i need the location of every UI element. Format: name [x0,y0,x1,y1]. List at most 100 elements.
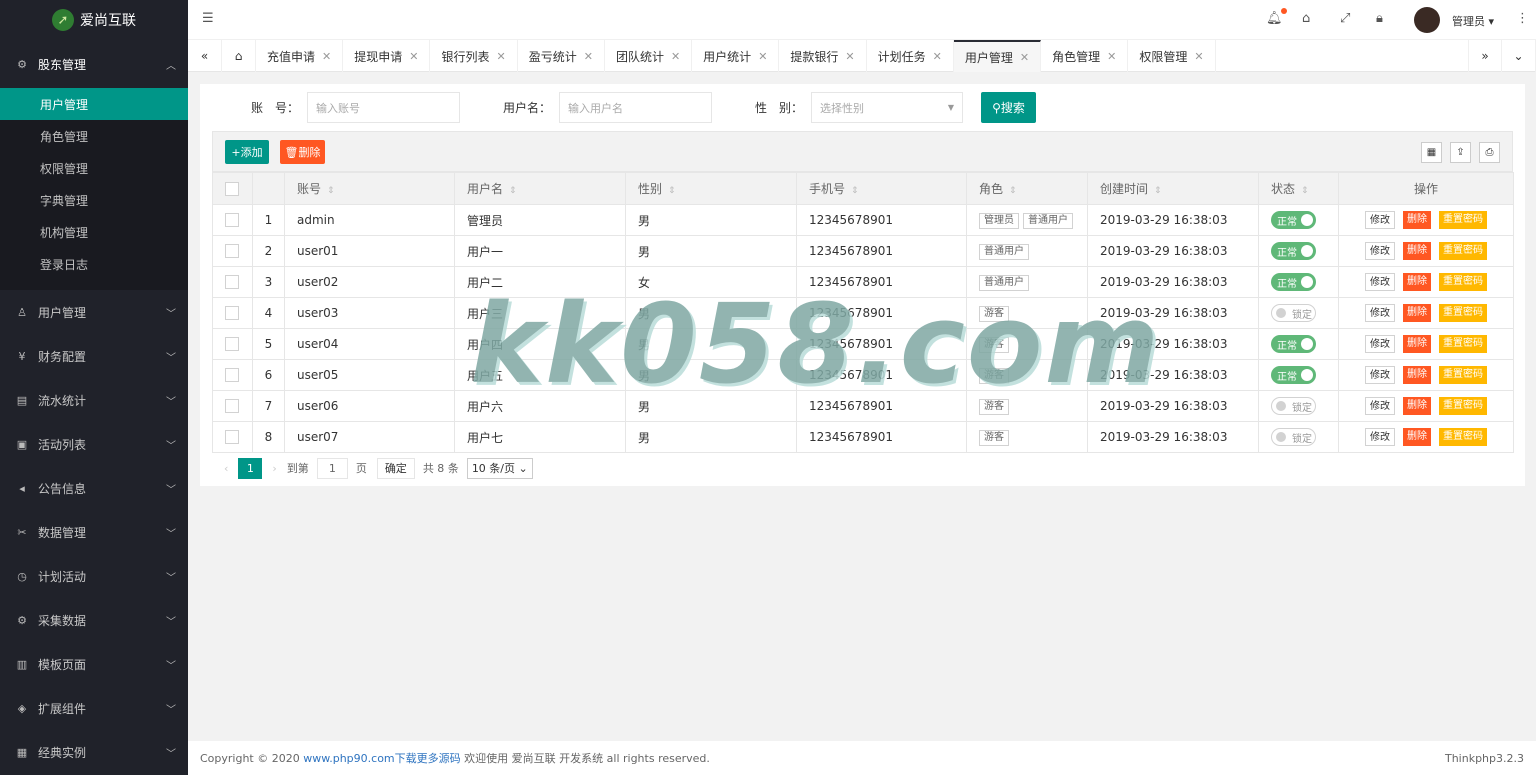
add-button[interactable]: + 添加 [225,140,269,164]
search-button[interactable]: ⚲ 搜索 [981,92,1036,123]
status-toggle[interactable]: 锁定 [1271,397,1316,415]
logo[interactable]: ➚ 爱尚互联 [0,0,188,40]
close-icon[interactable]: ✕ [496,50,505,63]
delete-button[interactable]: 删除 [1403,366,1431,384]
column-header[interactable]: 用户名 ⇕ [454,172,626,205]
row-checkbox[interactable] [212,328,253,360]
status-toggle[interactable]: 锁定 [1271,428,1316,446]
avatar[interactable] [1414,7,1440,33]
username-input[interactable]: 输入用户名 [559,92,713,123]
delete-button[interactable]: 删除 [1403,335,1431,353]
tab[interactable]: 用户管理 ✕ [953,40,1042,72]
tab[interactable]: 权限管理 ✕ [1128,40,1216,72]
sidebar-sub-item[interactable]: 字典管理 [0,184,188,216]
footer-link[interactable]: www.php90.com下载更多源码 [303,752,460,765]
status-toggle[interactable]: 正常 [1271,242,1316,260]
column-header[interactable]: 账号 ⇕ [284,172,455,205]
row-checkbox[interactable] [212,297,253,329]
select-all-checkbox[interactable] [212,172,253,205]
tab-menu-icon[interactable]: ⌄ [1502,40,1536,72]
nav-group[interactable]: ✂ 数据管理 ﹀ [0,510,188,554]
close-icon[interactable]: ✕ [845,50,854,63]
reset-password-button[interactable]: 重置密码 [1439,397,1487,415]
column-header[interactable]: 角色 ⇕ [966,172,1088,205]
lock-icon[interactable]: 🔒︎ [1376,11,1383,26]
edit-button[interactable]: 修改 [1365,366,1395,384]
reset-password-button[interactable]: 重置密码 [1439,242,1487,260]
export-icon[interactable]: ⇪ [1450,142,1471,163]
per-page-select[interactable]: 10 条/页 ⌄ [466,457,533,479]
prev-page-icon[interactable]: ‹ [224,462,228,475]
column-header[interactable]: 状态 ⇕ [1258,172,1339,205]
delete-button[interactable]: 删除 [1403,242,1431,260]
sort-icon[interactable]: ⇕ [1301,186,1309,196]
tab[interactable]: 用户统计 ✕ [692,40,780,72]
delete-button[interactable]: 删除 [1403,428,1431,446]
reset-password-button[interactable]: 重置密码 [1439,335,1487,353]
close-icon[interactable]: ✕ [758,50,767,63]
row-checkbox[interactable] [212,266,253,298]
page-current[interactable]: 1 [238,457,263,479]
sidebar-sub-item[interactable]: 权限管理 [0,152,188,184]
reset-password-button[interactable]: 重置密码 [1439,428,1487,446]
delete-button[interactable]: 删除 [1403,397,1431,415]
sort-icon[interactable]: ⇕ [1154,186,1162,196]
row-checkbox[interactable] [212,390,253,422]
close-icon[interactable]: ✕ [322,50,331,63]
nav-group[interactable]: ¥ 财务配置 ﹀ [0,334,188,378]
status-toggle[interactable]: 锁定 [1271,304,1316,322]
sort-icon[interactable]: ⇕ [668,186,676,196]
nav-group[interactable]: ◂ 公告信息 ﹀ [0,466,188,510]
status-toggle[interactable]: 正常 [1271,273,1316,291]
home-icon[interactable]: ⌂ [222,40,256,72]
nav-group[interactable]: ▣ 活动列表 ﹀ [0,422,188,466]
sort-icon[interactable]: ⇕ [851,186,859,196]
tab[interactable]: 充值申请 ✕ [256,40,344,72]
close-icon[interactable]: ✕ [584,50,593,63]
edit-button[interactable]: 修改 [1365,273,1395,291]
bell-icon[interactable]: 🔔︎ [1266,8,1287,26]
close-icon[interactable]: ✕ [933,50,942,63]
edit-button[interactable]: 修改 [1365,242,1395,260]
status-toggle[interactable]: 正常 [1271,335,1316,353]
menu-toggle-icon[interactable]: ☰ [202,11,214,26]
tab-scroll-right-icon[interactable]: » [1468,40,1502,72]
batch-delete-button[interactable]: 🗑︎ 删除 [280,140,325,164]
sort-icon[interactable]: ⇕ [509,186,517,196]
status-toggle[interactable]: 正常 [1271,366,1316,384]
user-menu[interactable]: 管理员 ▾ [1452,13,1494,29]
gender-select[interactable]: 选择性别 ▼ [811,92,964,123]
sort-icon[interactable]: ⇕ [1009,186,1017,196]
row-checkbox[interactable] [212,421,253,453]
reset-password-button[interactable]: 重置密码 [1439,304,1487,322]
close-icon[interactable]: ✕ [409,50,418,63]
close-icon[interactable]: ✕ [671,50,680,63]
edit-button[interactable]: 修改 [1365,397,1395,415]
close-icon[interactable]: ✕ [1107,50,1116,63]
nav-group[interactable]: ◷ 计划活动 ﹀ [0,554,188,598]
tab[interactable]: 盈亏统计 ✕ [518,40,605,72]
next-page-icon[interactable]: › [272,462,276,475]
sidebar-sub-item[interactable]: 用户管理 [0,88,188,120]
nav-group-shareholders[interactable]: ⚙ 股东管理 ︿ [0,40,188,88]
nav-group[interactable]: ◈ 扩展组件 ﹀ [0,686,188,730]
print-icon[interactable]: ⎙ [1479,142,1500,163]
delete-button[interactable]: 删除 [1403,211,1431,229]
status-toggle[interactable]: 正常 [1271,211,1316,229]
sidebar-sub-item[interactable]: 角色管理 [0,120,188,152]
tab[interactable]: 计划任务 ✕ [867,40,954,72]
nav-group[interactable]: ▦ 经典实例 ﹀ [0,730,188,774]
close-icon[interactable]: ✕ [1020,51,1029,64]
edit-button[interactable]: 修改 [1365,304,1395,322]
close-icon[interactable]: ✕ [1194,50,1203,63]
tag-icon[interactable]: ⌂ [1302,11,1310,26]
page-input[interactable]: 1 [316,457,348,479]
tab[interactable]: 角色管理 ✕ [1041,40,1129,72]
tab[interactable]: 团队统计 ✕ [605,40,693,72]
sidebar-sub-item[interactable]: 登录日志 [0,248,188,280]
reset-password-button[interactable]: 重置密码 [1439,211,1487,229]
goto-confirm-button[interactable]: 确定 [376,457,415,479]
column-header[interactable]: 手机号 ⇕ [796,172,967,205]
nav-group[interactable]: ▥ 模板页面 ﹀ [0,642,188,686]
edit-button[interactable]: 修改 [1365,428,1395,446]
